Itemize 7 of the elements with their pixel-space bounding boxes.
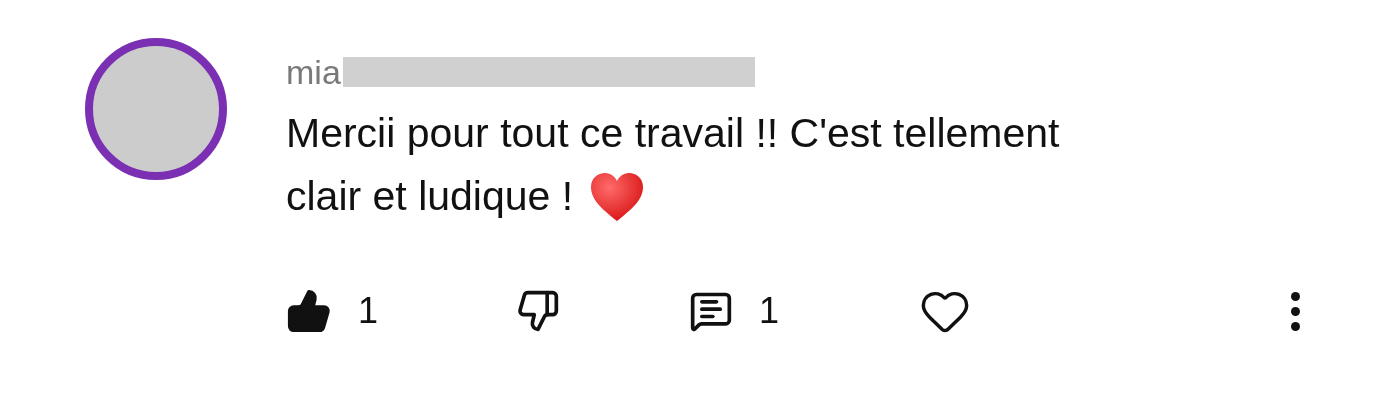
heart-emoji-icon	[589, 170, 646, 223]
comment-text: Mercii pour tout ce travail !! C'est tellement	[286, 109, 1060, 158]
like-button[interactable]: 1	[286, 288, 516, 334]
reply-button[interactable]: 1	[689, 289, 919, 333]
more-icon	[1291, 291, 1300, 331]
comment-text: clair et ludique !	[286, 172, 574, 221]
author-name: mia	[286, 52, 341, 92]
